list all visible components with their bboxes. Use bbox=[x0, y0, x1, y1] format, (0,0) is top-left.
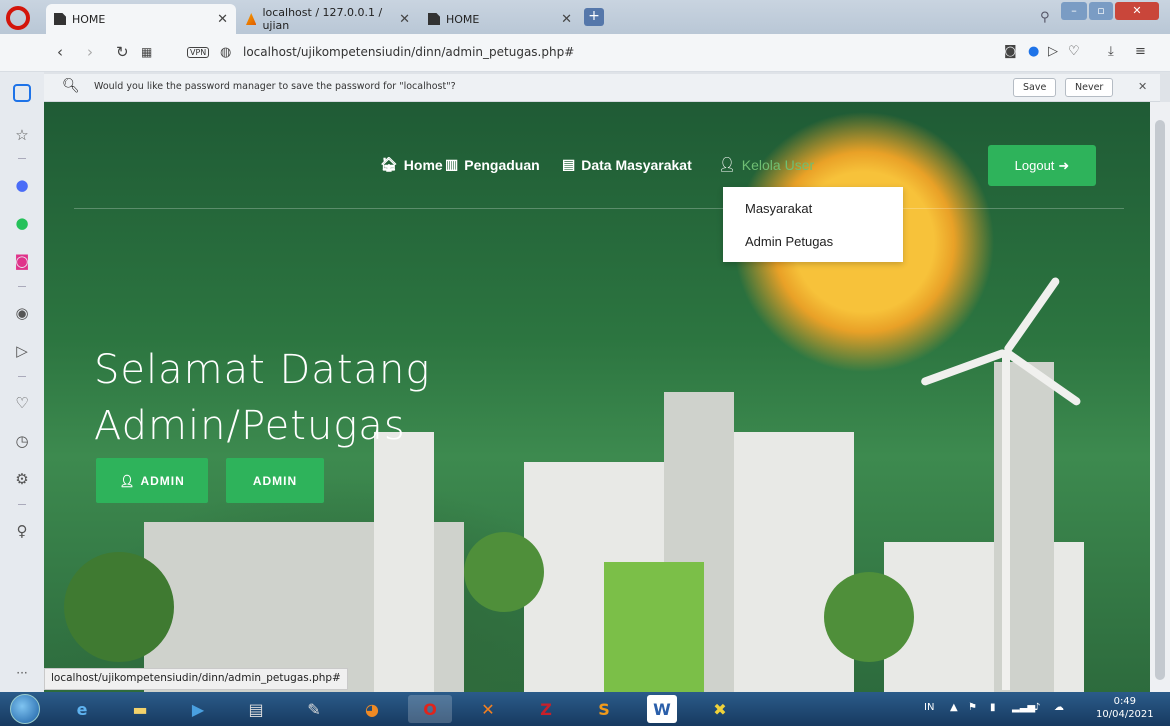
camera-icon[interactable]: ◙ bbox=[1004, 44, 1017, 59]
heart-icon[interactable]: ♡ bbox=[11, 392, 33, 414]
uc-browser-icon[interactable]: ◕ bbox=[350, 695, 394, 723]
send-icon[interactable]: ▷ bbox=[11, 340, 33, 362]
user-icon: 👤︎ bbox=[718, 156, 736, 172]
whatsapp-icon[interactable]: ● bbox=[11, 212, 33, 234]
phpmyadmin-icon bbox=[246, 13, 257, 25]
hero-line-2: Admin/Petugas bbox=[94, 403, 406, 449]
menu-icon[interactable]: ≡ bbox=[1135, 44, 1146, 59]
sign-out-icon: ➜ bbox=[1058, 157, 1070, 173]
url-field[interactable]: localhost/ujikompetensiudin/dinn/admin_p… bbox=[243, 45, 574, 59]
player-icon[interactable]: ◉ bbox=[11, 302, 33, 324]
nav-pengaduan[interactable]: ▥ Pengaduan bbox=[445, 156, 540, 173]
minimize-button[interactable]: – bbox=[1061, 2, 1087, 20]
opera-logo-icon[interactable] bbox=[6, 6, 30, 30]
show-hidden-icons-icon[interactable]: ▲ bbox=[950, 702, 958, 713]
language-indicator[interactable]: IN bbox=[924, 702, 934, 713]
globe-icon: ◍ bbox=[220, 45, 232, 60]
browser-tab-bar: HOME ✕ localhost / 127.0.0.1 / ujian ✕ H… bbox=[0, 0, 1170, 34]
hero-heading: Selamat Datang Admin/Petugas bbox=[94, 342, 430, 454]
system-clock[interactable]: 0:49 10/04/2021 bbox=[1096, 695, 1154, 721]
tab-home[interactable]: HOME ✕ bbox=[46, 4, 236, 34]
opera-taskbar-icon[interactable]: O bbox=[408, 695, 452, 723]
browser-sidebar: ☆ ● ● ◙ ◉ ▷ ♡ ◷ ⚙ ♀ ··· bbox=[0, 72, 44, 692]
close-icon[interactable]: ✕ bbox=[399, 12, 410, 27]
speed-dial-icon[interactable]: ▦ bbox=[141, 45, 152, 59]
status-url-tooltip: localhost/ujikompetensiudin/dinn/admin_p… bbox=[44, 668, 348, 690]
sublime-icon[interactable]: S bbox=[582, 695, 626, 723]
maximize-button[interactable]: ▫ bbox=[1089, 2, 1113, 20]
volume-icon[interactable]: ♪ bbox=[1034, 702, 1040, 713]
dropdown-item-masyarakat[interactable]: Masyarakat bbox=[745, 201, 812, 216]
logout-button[interactable]: Logout ➜ bbox=[988, 145, 1096, 186]
home-icon: 🏠︎ bbox=[380, 156, 398, 172]
document-icon bbox=[54, 13, 66, 25]
history-icon[interactable]: ◷ bbox=[11, 430, 33, 452]
new-tab-button[interactable]: + bbox=[584, 8, 604, 26]
password-manager-bar: 🔍︎ Would you like the password manager t… bbox=[44, 74, 1160, 102]
ie-icon[interactable]: e bbox=[60, 695, 104, 723]
nav-kelola-user[interactable]: 👤︎ Kelola User bbox=[718, 156, 814, 173]
vpn-badge[interactable]: VPN bbox=[187, 47, 210, 58]
xampp-icon[interactable]: ✕ bbox=[466, 695, 510, 723]
web-page: 🏠︎ Home ▥ Pengaduan ▤ Data Masyarakat 👤︎… bbox=[44, 102, 1150, 692]
media-player-icon[interactable]: ▶ bbox=[176, 695, 220, 723]
user-icon: 👤︎ bbox=[119, 473, 136, 488]
settings-icon[interactable]: ⚙ bbox=[11, 468, 33, 490]
nav-home[interactable]: 🏠︎ Home bbox=[380, 156, 443, 173]
xampp-control-icon[interactable]: ✖ bbox=[698, 695, 742, 723]
scrollbar[interactable] bbox=[1150, 102, 1170, 692]
nav-data-masyarakat[interactable]: ▤ Data Masyarakat bbox=[562, 156, 692, 173]
lightbulb-icon[interactable]: ♀ bbox=[11, 520, 33, 542]
signal-icon[interactable]: ▂▃▅ bbox=[1012, 702, 1035, 713]
word-icon[interactable]: W bbox=[647, 695, 677, 723]
reload-icon[interactable]: ↻ bbox=[116, 43, 129, 61]
dropdown-item-admin-petugas[interactable]: Admin Petugas bbox=[745, 234, 833, 249]
tab-label: HOME bbox=[72, 12, 106, 26]
close-window-button[interactable]: ✕ bbox=[1115, 2, 1159, 20]
star-icon[interactable]: ☆ bbox=[11, 124, 33, 146]
admin-button[interactable]: ADMIN bbox=[226, 458, 324, 503]
admin-user-button[interactable]: 👤︎ ADMIN bbox=[96, 458, 208, 503]
tab-home-2[interactable]: HOME ✕ bbox=[420, 4, 580, 34]
home-icon[interactable] bbox=[13, 84, 31, 102]
close-icon[interactable]: ✕ bbox=[217, 12, 228, 27]
close-icon[interactable]: ✕ bbox=[1138, 80, 1147, 93]
close-icon[interactable]: ✕ bbox=[561, 12, 572, 27]
windows-taskbar: e ▬ ▶ ▤ ✎ ◕ O ✕ Z S W ✖ IN ▲ ⚑ ▮ ▂▃▅ ♪ ☁… bbox=[0, 692, 1170, 726]
document-icon bbox=[428, 13, 440, 25]
tool-icon[interactable]: ✎ bbox=[292, 695, 336, 723]
battery-icon[interactable]: ▮ bbox=[990, 702, 996, 713]
file-icon: ▤ bbox=[562, 156, 576, 172]
cloud-icon[interactable]: ☁ bbox=[1054, 702, 1064, 713]
explorer-icon[interactable]: ▬ bbox=[118, 695, 162, 723]
app-icon[interactable]: ▤ bbox=[234, 695, 278, 723]
hero-line-1: Selamat Datang bbox=[94, 347, 431, 393]
never-save-button[interactable]: Never bbox=[1065, 78, 1114, 97]
search-icon[interactable]: ⚲ bbox=[1040, 10, 1050, 25]
key-icon: 🔍︎ bbox=[62, 78, 80, 94]
more-icon[interactable]: ··· bbox=[11, 662, 33, 684]
heart-icon[interactable]: ♡ bbox=[1068, 44, 1080, 59]
kelola-user-dropdown: Masyarakat Admin Petugas bbox=[723, 187, 903, 262]
send-icon[interactable]: ▷ bbox=[1048, 44, 1058, 59]
download-icon[interactable]: ⤓ bbox=[1108, 44, 1114, 59]
flag-icon[interactable]: ⚑ bbox=[968, 702, 977, 713]
address-bar: ‹ › ↻ ▦ VPN ◍ localhost/ujikompetensiudi… bbox=[0, 34, 1170, 72]
back-icon[interactable]: ‹ bbox=[57, 43, 63, 61]
filezilla-icon[interactable]: Z bbox=[524, 695, 568, 723]
shield-icon[interactable]: ● bbox=[1028, 44, 1039, 59]
nav-divider bbox=[74, 208, 1124, 209]
bar-chart-icon: ▥ bbox=[445, 156, 459, 172]
top-navigation: 🏠︎ Home ▥ Pengaduan ▤ Data Masyarakat 👤︎… bbox=[44, 102, 1150, 212]
tab-label: localhost / 127.0.0.1 / ujian bbox=[262, 6, 383, 32]
scrollbar-thumb[interactable] bbox=[1155, 120, 1165, 680]
start-button[interactable] bbox=[10, 694, 40, 724]
forward-icon[interactable]: › bbox=[87, 43, 93, 61]
messenger-icon[interactable]: ● bbox=[11, 174, 33, 196]
tab-label: HOME bbox=[446, 12, 480, 26]
save-password-button[interactable]: Save bbox=[1013, 78, 1057, 97]
instagram-icon[interactable]: ◙ bbox=[11, 250, 33, 272]
password-prompt-text: Would you like the password manager to s… bbox=[94, 81, 456, 92]
tab-phpmyadmin[interactable]: localhost / 127.0.0.1 / ujian ✕ bbox=[238, 4, 418, 34]
